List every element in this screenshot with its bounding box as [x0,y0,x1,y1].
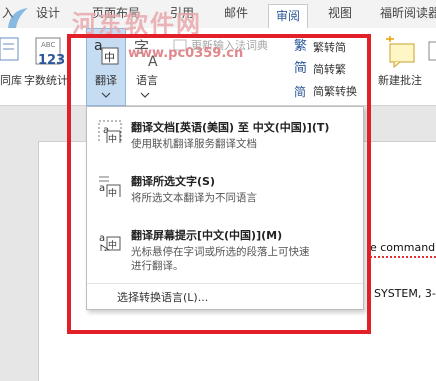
menu-item-desc: 将所选文本翻译为不同语言 [131,192,257,204]
svg-text:a: a [99,183,105,194]
new-comment-label[interactable]: 新建批注 [378,74,422,87]
thesaurus-icon [0,37,19,61]
trad-to-simp-label: 繁转简 [313,41,346,54]
svg-text:中: 中 [108,239,117,251]
tab-design[interactable]: 设计 [36,5,60,21]
menu-item-translate-screentip[interactable]: a 中 翻译屏幕提示[中文(中国)](M) 光标悬停在字词或所选的段落上可快速 … [87,223,363,279]
language-label[interactable]: 语言 [136,74,158,87]
menu-item-desc: 使用联机翻译服务翻译文档 [131,138,257,150]
menu-item-title: 翻译文档[英语(美国) 至 中文(中国)](T) [131,121,330,134]
new-comment-icon[interactable] [384,34,418,68]
conversion-label: 简繁转换 [313,85,357,98]
translate-screentip-icon: a 中 [99,233,121,251]
traditional-glyph-icon: 繁 [294,39,308,54]
menu-item-title: 翻译屏幕提示[中文(中国)](M) [131,229,283,242]
watermark-title: 河东软件网 [72,10,202,38]
svg-text:中: 中 [104,51,115,64]
tab-foxit[interactable]: 福昕阅读器 [380,5,436,21]
chinese-conversion[interactable]: 简 简繁转换 [294,82,357,100]
simplified-to-traditional[interactable]: 简 简转繁 [294,60,346,78]
translate-document-icon: a 中 [98,120,122,143]
watermark-logo-icon [8,8,28,28]
menu-item-translate-document[interactable]: a 中 翻译文档[英语(美国) 至 中文(中国)](T) 使用联机翻译服务翻译文… [87,113,363,157]
svg-text:中: 中 [108,187,117,197]
chevron-down-icon[interactable] [101,92,111,98]
menu-item-translate-selection[interactable]: a 中 翻译所选文字(S) 将所选文本翻译为不同语言 [87,167,363,211]
menu-item-title: 翻译所选文字(S) [131,175,215,188]
svg-text:中: 中 [108,133,117,143]
translate-selection-icon: a 中 [99,176,121,197]
word-count-label[interactable]: 字数统计 [24,74,68,87]
watermark-url: www.pc0359.cn [128,46,244,61]
next-comment-icon[interactable] [428,40,436,62]
simplified-glyph-icon: 简 [294,61,308,76]
spelling-underline [370,256,436,258]
svg-text:a: a [99,233,105,244]
translate-label[interactable]: 翻译 [95,74,117,87]
document-text-line1: e command [370,241,436,254]
translate-icon: a 中 [94,38,119,65]
chevron-down-icon[interactable] [140,92,150,98]
menu-item-desc-line2: 进行翻译。 [131,260,184,272]
tab-view[interactable]: 视图 [328,5,352,21]
menu-item-choose-language[interactable]: 选择转换语言(L)... [117,289,208,305]
tab-mailings[interactable]: 邮件 [224,5,248,21]
svg-text:简: 简 [294,85,306,99]
svg-text:ABC: ABC [41,41,55,49]
traditional-to-simplified[interactable]: 繁 繁转简 [294,38,346,56]
ribbon-tab-bar: 入 设计 页面布局 引用 邮件 审阅 视图 福昕阅读器 [0,0,436,28]
tab-review[interactable]: 审阅 [268,4,309,28]
document-text-line2: SYSTEM, 3- [374,287,436,300]
thesaurus-label[interactable]: 同库 [0,74,22,87]
word-count-number: 123 [38,53,66,68]
svg-text:a: a [94,38,103,54]
conversion-icon: 简 [294,85,306,99]
simp-to-trad-label: 简转繁 [313,63,346,76]
menu-item-desc-line1: 光标悬停在字词或所选的段落上可快速 [131,246,310,258]
menu-separator [87,283,363,284]
translate-dropdown-menu: a 中 翻译文档[英语(美国) 至 中文(中国)](T) 使用联机翻译服务翻译文… [86,106,364,310]
